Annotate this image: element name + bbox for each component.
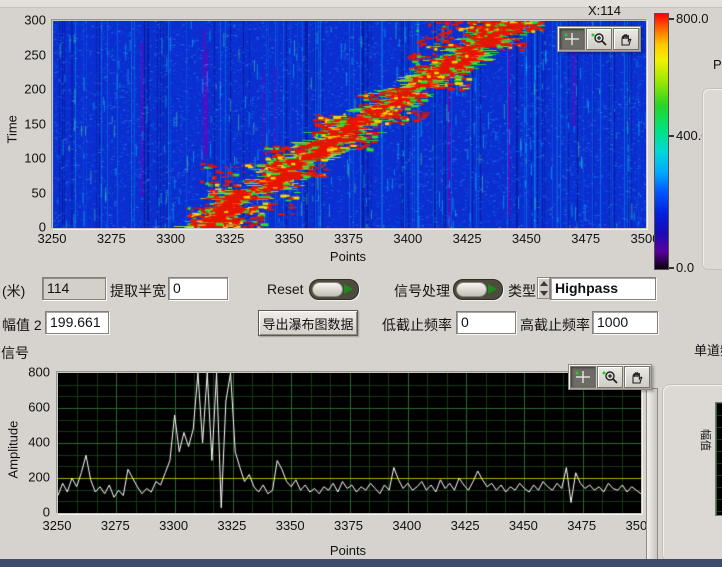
wf-xticks-1: 3275 bbox=[97, 231, 126, 246]
type-spinner[interactable] bbox=[537, 277, 550, 299]
amplitude2-label: 幅值 2 bbox=[2, 315, 42, 335]
reset-toggle-knob bbox=[312, 282, 343, 297]
waterfall-graph-palette bbox=[557, 26, 641, 52]
sig-xticks-5: 3375 bbox=[334, 518, 363, 533]
right-truncated-label-p: P bbox=[713, 57, 722, 72]
sig-xticks-4: 3350 bbox=[276, 518, 305, 533]
colorbar-tick-mid bbox=[669, 135, 674, 137]
hand-icon bbox=[628, 370, 646, 384]
sig-yticks-3: 200 bbox=[0, 470, 50, 485]
sig-yticks-2: 400 bbox=[0, 435, 50, 450]
distance-field[interactable]: 114 bbox=[42, 277, 106, 300]
signal-processing-label: 信号处理 bbox=[394, 281, 450, 301]
hand-icon bbox=[617, 32, 635, 46]
crosshair-icon bbox=[574, 370, 592, 384]
colorbar-max-label: 800.0 bbox=[676, 11, 709, 26]
sig-xticks-2: 3300 bbox=[159, 518, 188, 533]
wf-xticks-2: 3300 bbox=[156, 231, 185, 246]
low-cutoff-field[interactable]: 0 bbox=[456, 311, 516, 334]
wf-yticks-2: 200 bbox=[0, 82, 46, 97]
right-chart-sliver bbox=[715, 402, 722, 516]
sig-xticks-8: 3450 bbox=[509, 518, 538, 533]
high-cutoff-field[interactable]: 1000 bbox=[592, 311, 658, 334]
distance-label: (米) bbox=[2, 281, 25, 301]
wf-xticks-3: 3325 bbox=[215, 231, 244, 246]
sig-xticks-6: 3400 bbox=[392, 518, 421, 533]
right-side-panel-lower bbox=[662, 384, 722, 562]
waterfall-cursor-readout: X:114 bbox=[588, 3, 621, 18]
bottom-window-strip bbox=[0, 559, 722, 567]
reset-label: Reset bbox=[267, 281, 304, 297]
sig-xticks-0: 3250 bbox=[43, 518, 72, 533]
wf-yticks-4: 100 bbox=[0, 151, 46, 166]
signal-cursor-tool-button[interactable] bbox=[570, 366, 596, 388]
wf-yticks-1: 250 bbox=[0, 47, 46, 62]
type-label: 类型 bbox=[508, 281, 536, 301]
wf-xticks-5: 3375 bbox=[334, 231, 363, 246]
vertical-divider-bar[interactable] bbox=[646, 388, 658, 560]
wf-yticks-3: 150 bbox=[0, 116, 46, 131]
wf-xticks-6: 3400 bbox=[393, 231, 422, 246]
pan-tool-button[interactable] bbox=[613, 28, 639, 50]
sig-yticks-0: 800 bbox=[0, 365, 50, 380]
reset-toggle[interactable] bbox=[309, 279, 359, 300]
wf-xticks-4: 3350 bbox=[275, 231, 304, 246]
export-waterfall-button[interactable]: 导出瀑布图数据 bbox=[258, 310, 358, 336]
wf-yticks-5: 50 bbox=[0, 185, 46, 200]
signal-xlabel: Points bbox=[318, 543, 378, 558]
spinner-up-icon[interactable] bbox=[540, 281, 548, 286]
signal-plot-area[interactable] bbox=[57, 372, 642, 514]
magnifier-icon bbox=[590, 32, 608, 46]
half-width-field[interactable]: 0 bbox=[168, 277, 228, 300]
wf-xticks-8: 3450 bbox=[512, 231, 541, 246]
signal-panel-label: 信号 bbox=[1, 343, 29, 363]
sig-xticks-1: 3275 bbox=[101, 518, 130, 533]
signal-processing-toggle[interactable] bbox=[453, 279, 503, 300]
type-ring-field[interactable]: Highpass bbox=[550, 277, 656, 300]
colorbar-tick-max bbox=[669, 18, 674, 20]
waterfall-xlabel: Points bbox=[318, 249, 378, 264]
low-cutoff-label: 低截止频率 bbox=[382, 315, 452, 335]
signal-pan-tool-button[interactable] bbox=[624, 366, 650, 388]
sig-xticks-7: 3425 bbox=[451, 518, 480, 533]
colorbar-min-label: 0.0 bbox=[676, 260, 694, 275]
crosshair-icon bbox=[563, 32, 581, 46]
wf-xticks-9: 3475 bbox=[571, 231, 600, 246]
signal-graph-palette bbox=[568, 364, 652, 390]
sig-xticks-9: 3475 bbox=[567, 518, 596, 533]
amplitude2-field[interactable]: 199.661 bbox=[45, 311, 109, 334]
signal-zoom-tool-button[interactable] bbox=[597, 366, 623, 388]
app-window: Time 300250200150100500 3250327533003325… bbox=[0, 0, 722, 567]
sig-yticks-1: 600 bbox=[0, 400, 50, 415]
reset-toggle-arrow-icon bbox=[344, 284, 353, 294]
signal-processing-toggle-arrow-icon bbox=[488, 284, 497, 294]
right-side-panel-upper bbox=[702, 88, 722, 270]
wf-yticks-0: 300 bbox=[0, 13, 46, 28]
half-width-label: 提取半宽 bbox=[110, 281, 166, 301]
sig-xticks-3: 3325 bbox=[217, 518, 246, 533]
zoom-tool-button[interactable] bbox=[586, 28, 612, 50]
colorbar-tick-min bbox=[669, 267, 674, 269]
cursor-tool-button[interactable] bbox=[559, 28, 585, 50]
wf-xticks-0: 3250 bbox=[38, 231, 67, 246]
spinner-down-icon[interactable] bbox=[540, 291, 548, 296]
waterfall-color-scale bbox=[654, 13, 669, 270]
right-panel-truncated-label: 单道频谱 bbox=[694, 340, 722, 359]
wf-xticks-7: 3425 bbox=[453, 231, 482, 246]
signal-processing-toggle-knob bbox=[456, 282, 487, 297]
high-cutoff-label: 高截止频率 bbox=[520, 315, 590, 335]
right-chart-vertical-label: 幅值 bbox=[698, 428, 714, 452]
magnifier-icon bbox=[601, 370, 619, 384]
